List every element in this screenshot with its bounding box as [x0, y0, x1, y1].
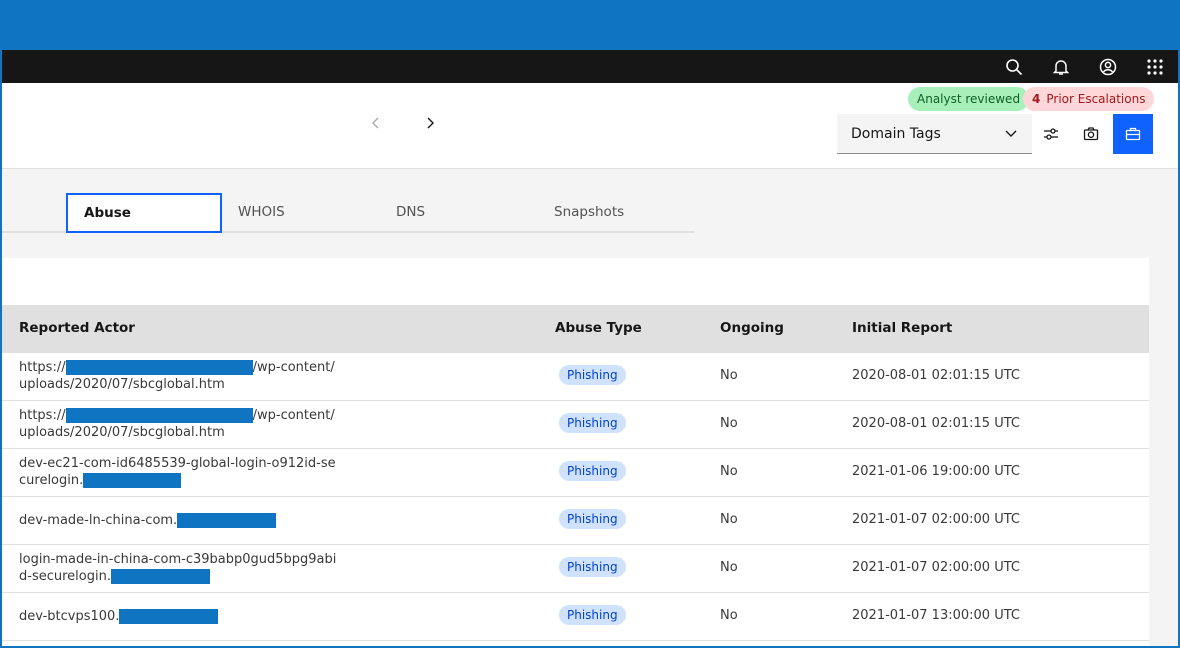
tab-list: Abuse WHOIS DNS Snapshots: [2, 193, 694, 233]
ongoing-value: No: [720, 512, 738, 527]
initial-report-value: 2020-08-01 02:01:15 UTC: [852, 368, 1020, 383]
abuse-type-tag: Phishing: [559, 461, 626, 481]
reported-actor: dev-ec21-com-id6485539-global-login-o912…: [19, 455, 339, 489]
ongoing-value: No: [720, 464, 738, 479]
reported-actor: dev-btcvps100.: [19, 608, 339, 625]
analyst-reviewed-label: Analyst reviewed: [917, 92, 1021, 106]
table-row[interactable]: https:///wp-content/uploads/2020/07/sbcg…: [2, 353, 1149, 401]
briefcase-icon[interactable]: [1113, 114, 1153, 154]
initial-report-value: 2021-01-06 19:00:00 UTC: [852, 464, 1020, 479]
table-header: Reported Actor Abuse Type Ongoing Initia…: [2, 305, 1149, 353]
tab-spacer: [2, 193, 66, 233]
notification-bell-icon[interactable]: [1037, 50, 1084, 83]
table-row[interactable]: dev-btcvps100. Phishing No 2021-01-07 13…: [2, 593, 1149, 641]
column-header-reported-actor[interactable]: Reported Actor: [19, 320, 135, 336]
table-row[interactable]: login-made-in-china-com-c39babp0gud5bpg9…: [2, 545, 1149, 593]
reported-actor: login-made-in-china-com-c39babp0gud5bpg9…: [19, 551, 339, 585]
redaction-block: [177, 513, 277, 528]
abuse-type-tag: Phishing: [559, 557, 626, 577]
escalation-label: Prior Escalations: [1046, 92, 1146, 106]
abuse-type-tag: Phishing: [559, 605, 626, 625]
initial-report-value: 2021-01-07 02:00:00 UTC: [852, 560, 1020, 575]
global-header: [2, 50, 1178, 83]
actor-prefix: https://: [19, 360, 66, 375]
redaction-block: [65, 408, 253, 423]
tab-snapshots[interactable]: Snapshots: [538, 193, 694, 233]
page-header: Analyst reviewed 4 Prior Escalations Dom…: [2, 83, 1178, 169]
column-header-ongoing[interactable]: Ongoing: [720, 320, 784, 336]
domain-tags-dropdown[interactable]: Domain Tags: [837, 114, 1032, 154]
ongoing-value: No: [720, 416, 738, 431]
user-avatar-icon[interactable]: [1084, 50, 1131, 83]
tab-abuse[interactable]: Abuse: [66, 193, 222, 233]
redaction-block: [65, 360, 253, 375]
actor-prefix: dev-btcvps100.: [19, 609, 120, 624]
prior-escalations-badge: 4 Prior Escalations: [1023, 87, 1155, 111]
redaction-block: [83, 473, 182, 488]
ongoing-value: No: [720, 368, 738, 383]
column-header-abuse-type[interactable]: Abuse Type: [555, 320, 642, 336]
reported-actor: https:///wp-content/uploads/2020/07/sbcg…: [19, 407, 339, 441]
table-row[interactable]: dev-made-ln-china-com. Phishing No 2021-…: [2, 497, 1149, 545]
search-icon[interactable]: [990, 50, 1037, 83]
reported-actor: dev-made-ln-china-com.: [19, 512, 339, 529]
chevron-right-icon[interactable]: [418, 111, 442, 135]
initial-report-value: 2020-08-01 02:01:15 UTC: [852, 416, 1020, 431]
abuse-type-tag: Phishing: [559, 509, 626, 529]
ongoing-value: No: [720, 608, 738, 623]
tab-dns[interactable]: DNS: [380, 193, 538, 233]
app-switcher-icon[interactable]: [1131, 50, 1178, 83]
initial-report-value: 2021-01-07 02:00:00 UTC: [852, 512, 1020, 527]
chevron-down-icon: [1004, 126, 1018, 144]
escalation-count: 4: [1032, 92, 1041, 106]
redaction-block: [110, 569, 210, 584]
camera-icon[interactable]: [1071, 114, 1111, 154]
tab-whois[interactable]: WHOIS: [222, 193, 380, 233]
table-row[interactable]: dev-ec21-com-id6485539-global-login-o912…: [2, 449, 1149, 497]
chevron-left-icon[interactable]: [364, 111, 388, 135]
settings-adjust-icon[interactable]: [1031, 114, 1071, 154]
domain-tags-label: Domain Tags: [851, 125, 941, 142]
initial-report-value: 2021-01-07 13:00:00 UTC: [852, 608, 1020, 623]
abuse-type-tag: Phishing: [559, 413, 626, 433]
actor-prefix: dev-made-ln-china-com.: [19, 513, 178, 528]
table-row[interactable]: https:///wp-content/uploads/2020/07/sbcg…: [2, 401, 1149, 449]
analyst-reviewed-badge: Analyst reviewed: [908, 87, 1030, 111]
abuse-type-tag: Phishing: [559, 365, 626, 385]
reported-actor: https:///wp-content/uploads/2020/07/sbcg…: [19, 359, 339, 393]
abuse-table-panel: Reported Actor Abuse Type Ongoing Initia…: [2, 258, 1149, 646]
column-header-initial-report[interactable]: Initial Report: [852, 320, 952, 336]
redaction-block: [119, 609, 219, 624]
app-window: Analyst reviewed 4 Prior Escalations Dom…: [2, 50, 1178, 646]
ongoing-value: No: [720, 560, 738, 575]
actor-prefix: https://: [19, 408, 66, 423]
global-actions: [990, 50, 1178, 83]
